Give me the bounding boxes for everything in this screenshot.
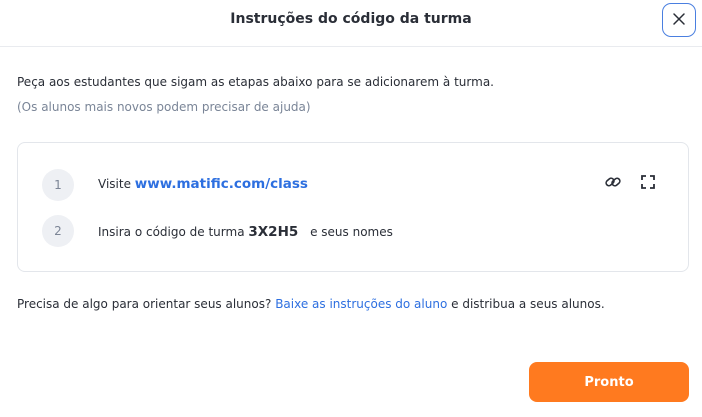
step-1-prefix: Visite	[98, 177, 131, 191]
dialog-title: Instruções do código da turma	[230, 11, 472, 27]
steps-card: 1 Visite www.matific.com/class 2 Insira …	[17, 142, 689, 272]
class-code: 3X2H5	[248, 224, 299, 240]
step-2-text: Insira o código de turma 3X2H5 e seus no…	[98, 224, 393, 240]
intro-text: Peça aos estudantes que sigam as etapas …	[17, 75, 494, 89]
close-button[interactable]	[662, 3, 696, 37]
help-text: Precisa de algo para orientar seus aluno…	[17, 297, 605, 311]
step-number-1: 1	[42, 169, 74, 201]
step-1-text: Visite www.matific.com/class	[98, 176, 308, 192]
download-student-instructions-link[interactable]: Baixe as instruções do aluno	[275, 297, 447, 311]
close-icon	[672, 11, 686, 30]
intro-subtext: (Os alunos mais novos podem precisar de …	[17, 100, 311, 114]
step-2-prefix: Insira o código de turma	[98, 225, 245, 239]
dialog-header: Instruções do código da turma	[0, 0, 702, 47]
step-2-suffix: e seus nomes	[310, 225, 393, 239]
class-url-link[interactable]: www.matific.com/class	[135, 176, 308, 192]
copy-link-button[interactable]	[603, 174, 623, 194]
done-button[interactable]: Pronto	[529, 362, 689, 402]
help-text-after: e distribua a seus alunos.	[451, 297, 605, 311]
fullscreen-icon	[640, 174, 656, 194]
class-code-instructions-dialog: Instruções do código da turma Peça aos e…	[0, 0, 702, 417]
help-text-before: Precisa de algo para orientar seus aluno…	[17, 297, 272, 311]
step-number-2: 2	[42, 215, 74, 247]
link-icon	[604, 173, 622, 195]
fullscreen-button[interactable]	[638, 174, 658, 194]
